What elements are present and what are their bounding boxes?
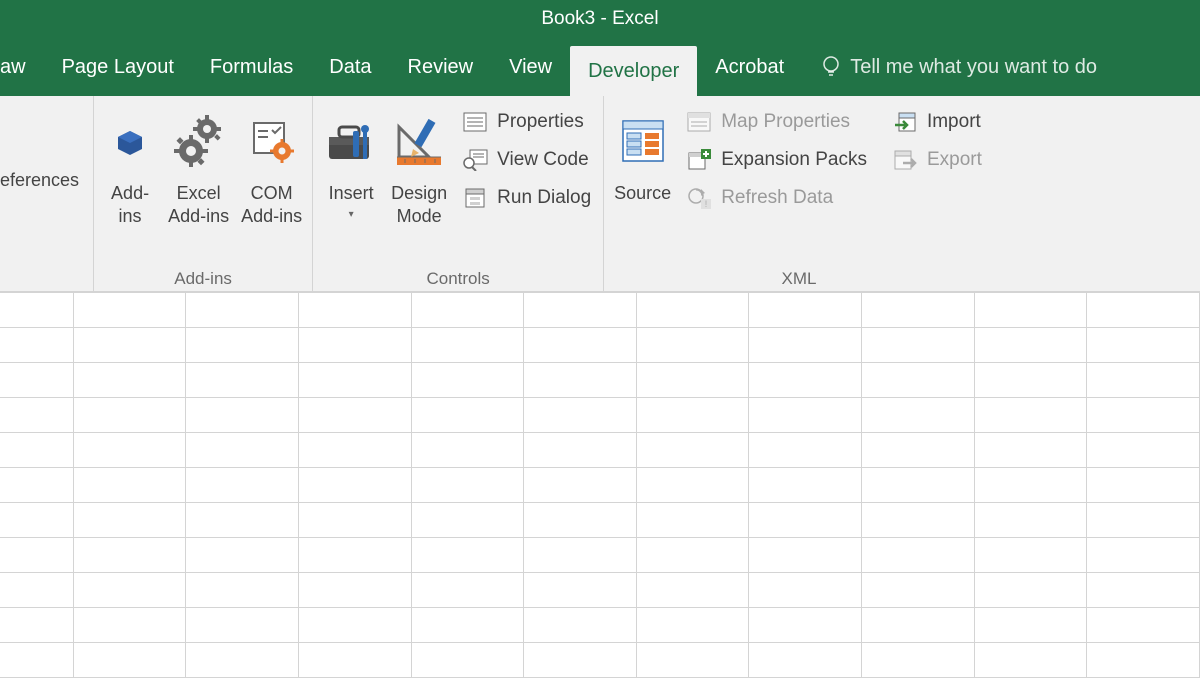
import-icon [891,110,919,134]
export-button[interactable]: Export [885,144,988,176]
addins-button[interactable]: Add-ins [100,100,160,260]
design-mode-icon [391,113,447,172]
tab-acrobat[interactable]: Acrobat [697,38,802,96]
group-label-xml: XML [610,267,988,289]
lightbulb-icon [820,54,842,80]
expansion-packs-icon [685,148,713,172]
tab-page-layout[interactable]: Page Layout [44,38,192,96]
insert-button[interactable]: Insert ▾ [319,100,383,260]
group-label-addins: Add-ins [100,267,306,289]
ribbon: eferences Add-ins [0,96,1200,292]
properties-icon [461,110,489,134]
tab-view[interactable]: View [491,38,570,96]
properties-button[interactable]: Properties [455,106,597,138]
source-icon [617,115,669,170]
run-dialog-button[interactable]: Run Dialog [455,182,597,214]
source-button[interactable]: Source [610,100,675,260]
group-xml: Source Map Properties Expansion Packs [604,96,994,291]
tab-draw[interactable]: aw [0,38,44,96]
com-addins-icon [248,117,296,168]
tab-data[interactable]: Data [311,38,389,96]
spreadsheet-grid[interactable] [0,292,1200,678]
map-properties-button[interactable]: Map Properties [679,106,873,138]
tell-me-search[interactable]: Tell me what you want to do [802,38,1115,96]
toolbox-icon [323,113,379,172]
run-dialog-icon [461,186,489,210]
refresh-icon: ! [685,186,713,210]
addins-icon [110,121,150,164]
view-code-button[interactable]: View Code [455,144,597,176]
dropdown-arrow-icon: ▾ [349,209,354,222]
group-label-controls: Controls [319,267,597,289]
group-addins: Add-ins [94,96,313,291]
expansion-packs-button[interactable]: Expansion Packs [679,144,873,176]
design-mode-button[interactable]: DesignMode [387,100,451,260]
tab-developer[interactable]: Developer [570,46,697,96]
import-button[interactable]: Import [885,106,988,138]
map-properties-icon [685,110,713,134]
tab-formulas[interactable]: Formulas [192,38,311,96]
excel-addins-button[interactable]: ExcelAdd-ins [164,100,233,260]
ribbon-tabs: aw Page Layout Formulas Data Review View… [0,38,1200,96]
com-addins-button[interactable]: COMAdd-ins [237,100,306,260]
tab-review[interactable]: Review [390,38,492,96]
titlebar: Book3 - Excel [0,0,1200,38]
export-icon [891,148,919,172]
view-code-icon [461,148,489,172]
gears-icon [171,113,227,172]
refresh-data-button[interactable]: ! Refresh Data [679,182,873,214]
code-group-fragment: eferences [0,100,87,260]
svg-text:!: ! [705,199,708,209]
window-title: Book3 - Excel [541,8,658,30]
group-controls: Insert ▾ [313,96,604,291]
